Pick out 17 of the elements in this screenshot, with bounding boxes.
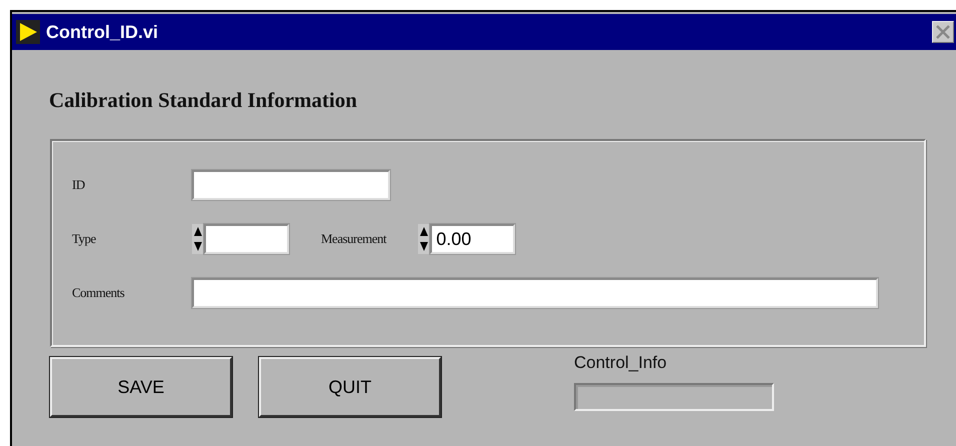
spinner-arrows-icon[interactable]: [418, 224, 430, 254]
input-field[interactable]: [192, 170, 390, 200]
spinner-arrows-icon[interactable]: [192, 224, 204, 254]
close-button[interactable]: [932, 21, 954, 43]
indicator-label: Control_Info: [574, 353, 668, 373]
input-field[interactable]: [192, 278, 878, 308]
quit-button[interactable]: QUIT: [259, 357, 441, 417]
input-field[interactable]: 0.00: [430, 224, 516, 254]
field-label: Type: [72, 231, 97, 247]
input-field[interactable]: [204, 224, 289, 254]
close-icon: [935, 24, 951, 40]
field-label: Measurement: [321, 231, 386, 247]
field-label: Comments: [72, 285, 126, 301]
window-title: Control_ID.vi: [46, 22, 158, 42]
section-heading: Calibration Standard Information: [49, 88, 358, 113]
save-button[interactable]: SAVE: [50, 357, 232, 417]
field-label: ID: [72, 177, 86, 193]
